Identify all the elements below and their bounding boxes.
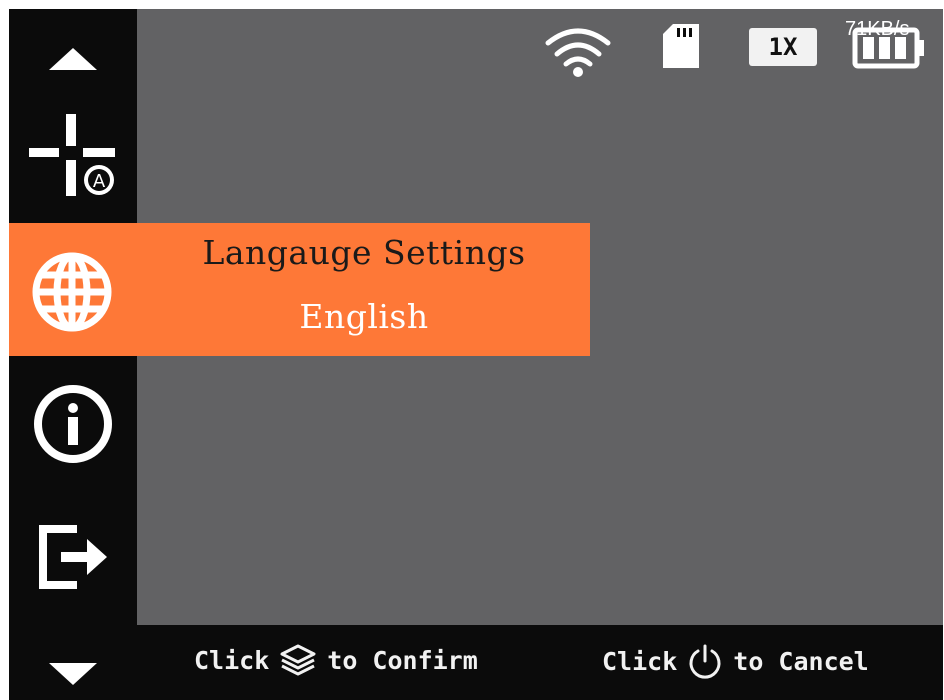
svg-text:A: A (93, 171, 106, 192)
layers-icon (280, 644, 316, 676)
triangle-down-icon (49, 663, 97, 685)
triangle-up-icon (49, 48, 97, 70)
wifi-icon (545, 28, 611, 77)
zoom-level-badge: 1X (749, 28, 817, 66)
menu-title: Langauge Settings (202, 233, 526, 272)
reticle-setting-item[interactable]: A (9, 109, 137, 201)
confirm-hint-suffix: to Confirm (327, 645, 478, 675)
cancel-hint-suffix: to Cancel (733, 646, 869, 676)
hint-bar: Click to Confirm Click to Cancel (137, 625, 943, 700)
language-settings-item[interactable]: Langauge Settings English (9, 223, 590, 356)
exit-menu-item[interactable] (9, 517, 137, 597)
sd-card-icon (663, 24, 699, 68)
language-value: English (299, 297, 429, 336)
reticle-auto-icon: A (29, 114, 115, 196)
info-icon (34, 385, 112, 463)
network-speed: 71KB/s (845, 18, 910, 40)
confirm-hint: Click to Confirm (194, 643, 478, 677)
cancel-hint-prefix: Click (602, 646, 678, 676)
cancel-hint: Click to Cancel (602, 643, 869, 679)
confirm-hint-prefix: Click (194, 645, 270, 675)
power-icon (689, 644, 721, 679)
scroll-up-button[interactable] (9, 39, 137, 79)
info-menu-item[interactable] (9, 384, 137, 464)
device-screen: A Langauge Settings English 1X 71KB/s Cl… (9, 9, 943, 700)
exit-icon (39, 525, 107, 589)
globe-icon (32, 252, 112, 332)
scroll-down-button[interactable] (9, 654, 137, 694)
